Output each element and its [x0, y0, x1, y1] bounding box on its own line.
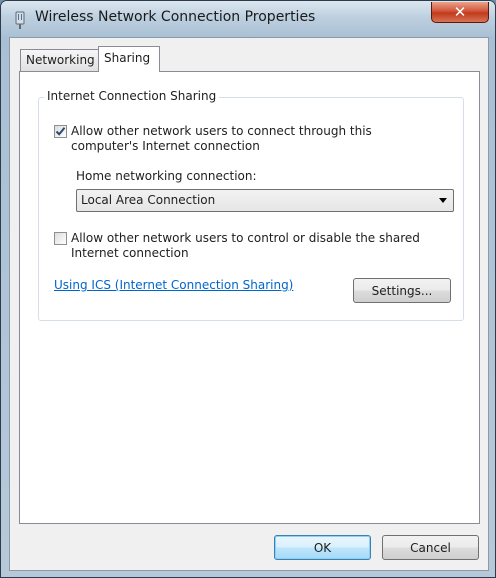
ok-button[interactable]: OK	[274, 535, 371, 560]
allow-connect-label[interactable]: Allow other network users to connect thr…	[71, 124, 431, 154]
checkmark-icon	[55, 127, 66, 136]
network-adapter-icon	[15, 11, 25, 29]
dropdown-arrow-icon	[439, 198, 447, 203]
home-connection-label: Home networking connection:	[76, 169, 257, 183]
title-bar[interactable]: Wireless Network Connection Properties ✕	[1, 1, 495, 37]
allow-connect-checkbox[interactable]	[54, 125, 67, 138]
allow-control-label[interactable]: Allow other network users to control or …	[71, 231, 431, 261]
groupbox-title: Internet Connection Sharing	[44, 89, 220, 103]
ics-groupbox: Internet Connection Sharing Allow other …	[38, 89, 464, 321]
close-button[interactable]: ✕	[431, 2, 489, 23]
cancel-button[interactable]: Cancel	[382, 535, 479, 560]
ics-help-link[interactable]: Using ICS (Internet Connection Sharing)	[54, 278, 293, 292]
properties-window: Wireless Network Connection Properties ✕…	[0, 0, 496, 578]
dialog-client-area: Networking Sharing Internet Connection S…	[9, 37, 489, 571]
home-connection-value: Local Area Connection	[81, 193, 216, 207]
tab-networking[interactable]: Networking	[20, 49, 99, 71]
allow-control-checkbox[interactable]	[54, 232, 67, 245]
close-icon: ✕	[453, 3, 467, 21]
window-title: Wireless Network Connection Properties	[35, 9, 316, 25]
settings-button[interactable]: Settings...	[353, 278, 451, 303]
tab-sharing[interactable]: Sharing	[98, 46, 160, 72]
sharing-tab-panel: Internet Connection Sharing Allow other …	[19, 71, 480, 524]
home-connection-select[interactable]: Local Area Connection	[76, 189, 454, 212]
